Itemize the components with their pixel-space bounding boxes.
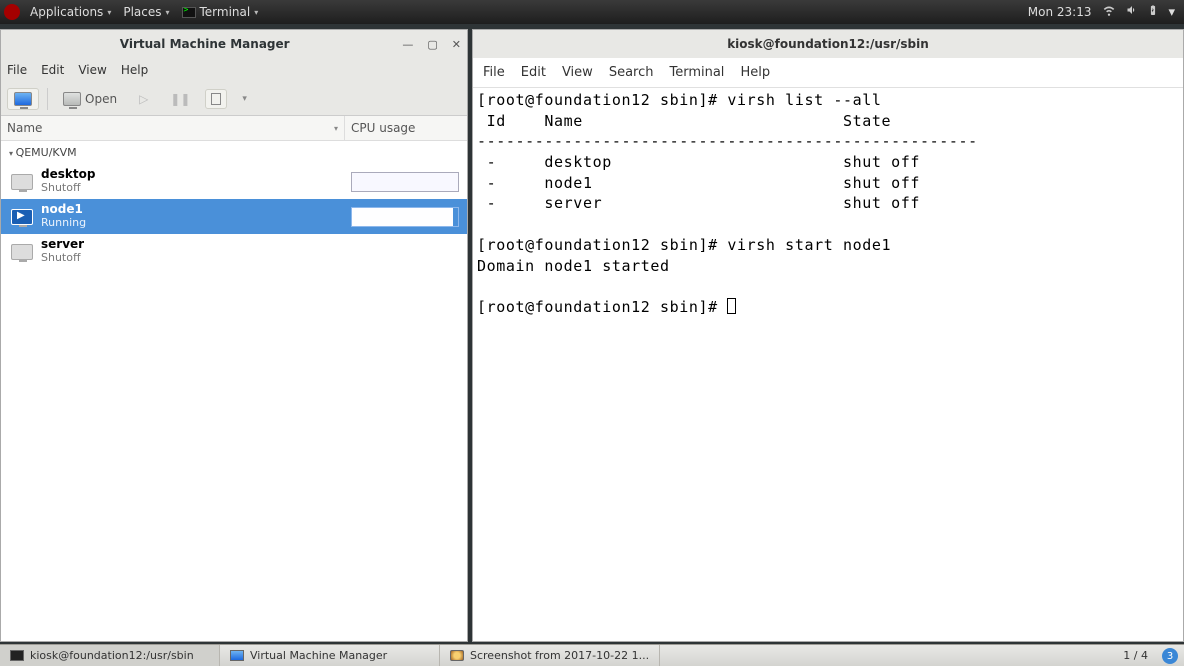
vm-state: Running xyxy=(41,217,343,230)
places-menu[interactable]: Places ▾ xyxy=(117,5,175,19)
vm-cpu-graph xyxy=(351,207,459,227)
vm-state: Shutoff xyxy=(41,252,343,265)
maximize-button[interactable]: ▢ xyxy=(427,38,437,51)
vmm-window: Virtual Machine Manager — ▢ ✕ File Edit … xyxy=(0,29,468,642)
term-menu-view[interactable]: View xyxy=(562,65,593,80)
vmm-titlebar[interactable]: Virtual Machine Manager — ▢ ✕ xyxy=(1,30,467,58)
user-menu-icon[interactable]: ▾ xyxy=(1163,5,1180,20)
task-label: Virtual Machine Manager xyxy=(250,649,387,662)
vm-cpu-graph xyxy=(351,172,459,192)
shutdown-vm-button[interactable] xyxy=(205,89,227,109)
task-button[interactable]: Screenshot from 2017-10-22 1... xyxy=(440,645,660,666)
vm-name: server xyxy=(41,238,343,252)
network-wifi-icon[interactable] xyxy=(1097,3,1121,21)
battery-icon[interactable] xyxy=(1143,3,1163,21)
shutdown-menu-arrow[interactable]: ▾ xyxy=(235,90,254,108)
terminal-window-title: kiosk@foundation12:/usr/sbin xyxy=(727,37,929,51)
monitor-new-icon xyxy=(14,92,32,106)
vm-row-server[interactable]: serverShutoff xyxy=(1,234,467,269)
term-menu-file[interactable]: File xyxy=(483,65,505,80)
vmm-menu-help[interactable]: Help xyxy=(121,63,148,77)
desktop-area: Virtual Machine Manager — ▢ ✕ File Edit … xyxy=(0,24,1184,644)
pause-vm-button[interactable]: ❚❚ xyxy=(163,88,197,110)
vm-monitor-icon xyxy=(11,209,33,225)
term-menu-edit[interactable]: Edit xyxy=(521,65,546,80)
clock[interactable]: Mon 23:13 xyxy=(1022,5,1098,19)
terminal-window: kiosk@foundation12:/usr/sbin File Edit V… xyxy=(472,29,1184,642)
term-menu-terminal[interactable]: Terminal xyxy=(669,65,724,80)
active-app-label: Terminal xyxy=(200,5,251,19)
task-icon xyxy=(450,650,464,661)
taskbar: kiosk@foundation12:/usr/sbin Virtual Mach… xyxy=(0,644,1184,666)
top-panel: Applications ▾ Places ▾ Terminal ▾ Mon 2… xyxy=(0,0,1184,24)
task-icon xyxy=(10,650,24,661)
vm-row-node1[interactable]: node1Running xyxy=(1,199,467,234)
run-vm-button[interactable]: ▷ xyxy=(132,88,155,110)
term-menu-help[interactable]: Help xyxy=(740,65,770,80)
dropdown-arrow-icon: ▾ xyxy=(165,8,169,17)
applications-label: Applications xyxy=(30,5,103,19)
terminal-app-icon xyxy=(182,7,196,18)
vm-state: Shutoff xyxy=(41,182,343,195)
col-header-name[interactable]: Name ▾ xyxy=(1,116,345,140)
vmm-menubar: File Edit View Help xyxy=(1,58,467,82)
volume-icon[interactable] xyxy=(1121,4,1143,20)
task-label: kiosk@foundation12:/usr/sbin xyxy=(30,649,194,662)
workspace-pager[interactable]: 1 / 4 xyxy=(1115,645,1156,666)
vmm-column-headers: Name ▾ CPU usage xyxy=(1,116,467,141)
vmm-vm-list: QEMU/KVM desktopShutoffnode1Runningserve… xyxy=(1,141,467,641)
terminal-body[interactable]: [root@foundation12 sbin]# virsh list --a… xyxy=(473,88,1183,641)
monitor-icon xyxy=(63,92,81,106)
dropdown-arrow-icon: ▾ xyxy=(254,8,258,17)
vmm-window-title: Virtual Machine Manager xyxy=(7,37,402,51)
vmm-menu-view[interactable]: View xyxy=(78,63,106,77)
open-label: Open xyxy=(85,92,117,106)
task-button[interactable]: Virtual Machine Manager xyxy=(220,645,440,666)
vm-row-desktop[interactable]: desktopShutoff xyxy=(1,164,467,199)
task-label: Screenshot from 2017-10-22 1... xyxy=(470,649,649,662)
terminal-menubar: File Edit View Search Terminal Help xyxy=(473,58,1183,88)
vmm-toolbar: Open ▷ ❚❚ ▾ xyxy=(1,82,467,116)
applications-menu[interactable]: Applications ▾ xyxy=(24,5,117,19)
notification-badge[interactable]: 3 xyxy=(1162,648,1178,664)
shutdown-icon xyxy=(211,93,221,105)
vm-monitor-icon xyxy=(11,244,33,260)
minimize-button[interactable]: — xyxy=(402,38,413,51)
active-app-menu[interactable]: Terminal ▾ xyxy=(176,5,265,19)
task-icon xyxy=(230,650,244,661)
terminal-cursor xyxy=(727,298,736,314)
task-button[interactable]: kiosk@foundation12:/usr/sbin xyxy=(0,645,220,666)
vm-name: desktop xyxy=(41,168,343,182)
vmm-menu-file[interactable]: File xyxy=(7,63,27,77)
open-vm-button[interactable]: Open xyxy=(56,88,124,110)
places-label: Places xyxy=(123,5,161,19)
vmm-menu-edit[interactable]: Edit xyxy=(41,63,64,77)
clock-label: Mon 23:13 xyxy=(1028,5,1092,19)
dropdown-arrow-icon: ▾ xyxy=(107,8,111,17)
term-menu-search[interactable]: Search xyxy=(609,65,654,80)
terminal-titlebar[interactable]: kiosk@foundation12:/usr/sbin xyxy=(473,30,1183,58)
vm-monitor-icon xyxy=(11,174,33,190)
sort-arrow-icon: ▾ xyxy=(334,124,338,133)
vm-cpu-graph xyxy=(351,242,459,262)
vm-name: node1 xyxy=(41,203,343,217)
close-button[interactable]: ✕ xyxy=(452,38,461,51)
distro-logo-icon xyxy=(4,4,20,20)
new-vm-button[interactable] xyxy=(7,88,39,110)
col-header-cpu[interactable]: CPU usage xyxy=(345,116,467,140)
connection-row[interactable]: QEMU/KVM xyxy=(1,141,467,164)
